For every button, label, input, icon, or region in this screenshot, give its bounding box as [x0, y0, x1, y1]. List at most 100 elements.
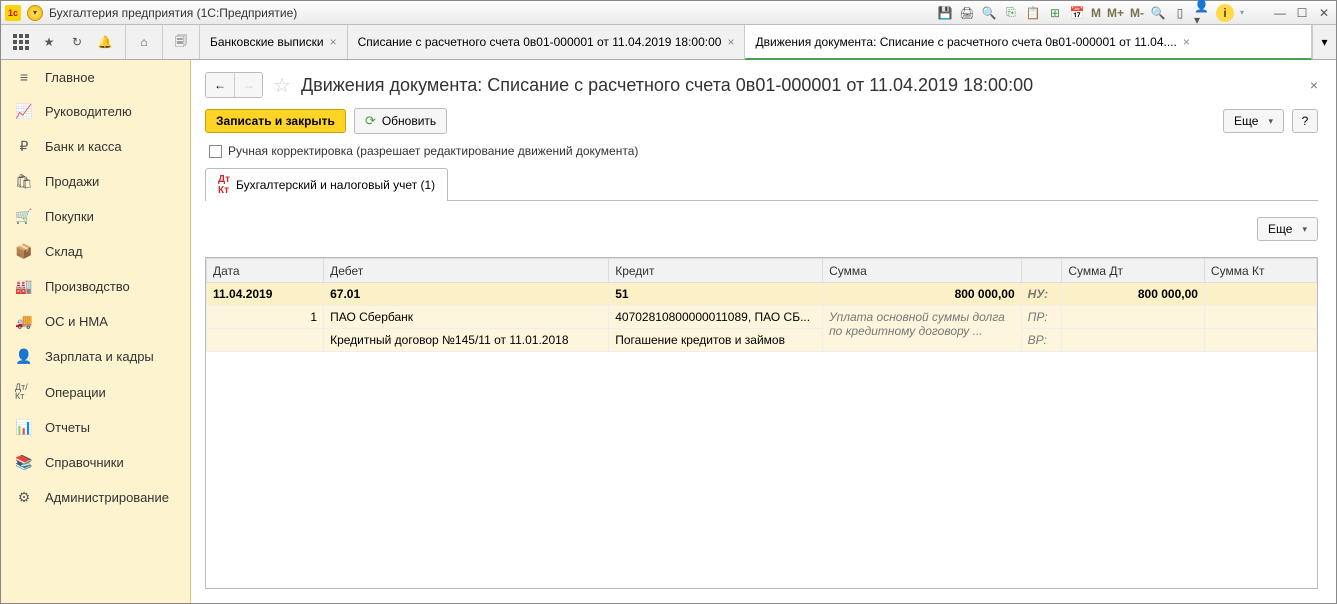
person-icon: 👤	[15, 348, 33, 365]
truck-icon: 🚚	[15, 313, 33, 330]
menu-icon: ≡	[15, 69, 33, 85]
zoom-icon[interactable]: 🔍	[1150, 5, 1166, 21]
bell-icon[interactable]: 🔔	[95, 32, 115, 52]
sidebar-item-bank[interactable]: ₽Банк и касса	[1, 129, 190, 164]
sidebar-item-admin[interactable]: ⚙Администрирование	[1, 480, 190, 515]
col-sum[interactable]: Сумма	[823, 259, 1022, 283]
save-close-button[interactable]: Записать и закрыть	[205, 109, 346, 133]
copy-icon[interactable]: 📋	[1025, 5, 1041, 21]
col-sum-kt[interactable]: Сумма Кт	[1204, 259, 1316, 283]
m-button[interactable]: M	[1091, 6, 1101, 20]
close-icon[interactable]: ×	[330, 35, 337, 49]
m-minus-button[interactable]: M-	[1130, 6, 1144, 20]
cell-nu-label: НУ:	[1021, 283, 1062, 306]
ruble-icon: ₽	[15, 138, 33, 155]
sidebar-item-production[interactable]: 🏭Производство	[1, 269, 190, 304]
sidebar-item-label: ОС и НМА	[45, 314, 108, 329]
box-icon: 📦	[15, 243, 33, 260]
table-row[interactable]: 1 ПАО Сбербанк 40702810800000011089, ПАО…	[207, 306, 1317, 329]
sidebar-item-label: Производство	[45, 279, 130, 294]
sidebar-item-main[interactable]: ≡ Главное	[1, 60, 190, 94]
tab-bank-statements[interactable]: Банковские выписки ×	[200, 25, 348, 59]
help-button[interactable]: ?	[1292, 109, 1318, 133]
close-icon[interactable]: ×	[1310, 77, 1318, 93]
col-date[interactable]: Дата	[207, 259, 324, 283]
tab-menu-icon[interactable]: ▾	[1312, 25, 1336, 59]
cell-debit: 67.01	[324, 283, 609, 306]
button-label: Еще	[1234, 114, 1258, 128]
cell-sum-dt: 800 000,00	[1062, 283, 1205, 306]
dtkt-icon: Дт/Кт	[15, 383, 33, 401]
close-icon[interactable]: ×	[727, 35, 734, 49]
sidebar-item-salary[interactable]: 👤Зарплата и кадры	[1, 339, 190, 374]
cell-debit: ПАО Сбербанк	[324, 306, 609, 329]
cell-empty	[1062, 329, 1205, 352]
calendar-icon[interactable]: 📅	[1069, 5, 1085, 21]
compare-icon[interactable]: ⎘	[1003, 5, 1019, 21]
nav-back-forward: ← →	[205, 72, 263, 98]
docs-icon[interactable]: 🗐	[171, 32, 191, 52]
history-icon[interactable]: ↻	[67, 32, 87, 52]
logo-1c-icon: 1c	[5, 5, 21, 21]
panel-icon[interactable]: ▯	[1172, 5, 1188, 21]
info-icon[interactable]: i	[1216, 4, 1234, 22]
window-titlebar: 1c ▾ Бухгалтерия предприятия (1С:Предпри…	[1, 1, 1336, 25]
cell-pr-label: ПР:	[1021, 306, 1062, 329]
sidebar-item-assets[interactable]: 🚚 ОС и НМА	[1, 304, 190, 339]
grid-header-row: Дата Дебет Кредит Сумма Сумма Дт Сумма К…	[207, 259, 1317, 283]
col-debit[interactable]: Дебет	[324, 259, 609, 283]
forward-button[interactable]: →	[234, 73, 262, 97]
tab-movements[interactable]: Движения документа: Списание с расчетног…	[745, 25, 1312, 60]
minimize-icon[interactable]: —	[1272, 5, 1288, 21]
sidebar-item-label: Главное	[45, 70, 95, 85]
close-icon[interactable]: ✕	[1316, 5, 1332, 21]
user-icon[interactable]: 👤▾	[1194, 5, 1210, 21]
favorite-star-icon[interactable]: ☆	[273, 73, 291, 98]
button-label: Еще	[1268, 222, 1292, 236]
back-button[interactable]: ←	[206, 73, 234, 97]
close-icon[interactable]: ×	[1183, 35, 1190, 49]
sidebar-item-references[interactable]: 📚Справочники	[1, 445, 190, 480]
table-row[interactable]: 11.04.2019 67.01 51 800 000,00 НУ: 800 0…	[207, 283, 1317, 306]
calculator-icon[interactable]: ⊞	[1047, 5, 1063, 21]
sidebar-item-sales[interactable]: 🛍Продажи	[1, 164, 190, 199]
tab-label: Банковские выписки	[210, 35, 324, 49]
m-plus-button[interactable]: M+	[1107, 6, 1124, 20]
books-icon: 📚	[15, 454, 33, 471]
cell-empty	[1204, 329, 1316, 352]
col-empty[interactable]	[1021, 259, 1062, 283]
cart-icon: 🛒	[15, 208, 33, 225]
button-label: Обновить	[382, 114, 436, 128]
table-row[interactable]: Кредитный договор №145/11 от 11.01.2018 …	[207, 329, 1317, 352]
sidebar-item-label: Склад	[45, 244, 83, 259]
sidebar-item-warehouse[interactable]: 📦 Склад	[1, 234, 190, 269]
cell-n: 1	[207, 306, 324, 329]
sidebar-item-operations[interactable]: Дт/КтОперации	[1, 374, 190, 410]
cell-date: 11.04.2019	[207, 283, 324, 306]
preview-icon[interactable]: 🔍	[981, 5, 997, 21]
save-icon[interactable]: 💾	[937, 5, 953, 21]
dropdown-circle-icon[interactable]: ▾	[27, 5, 43, 21]
gear-icon: ⚙	[15, 489, 33, 506]
sidebar-item-reports[interactable]: 📊Отчеты	[1, 410, 190, 445]
home-icon[interactable]: ⌂	[134, 32, 154, 52]
button-label: Записать и закрыть	[216, 114, 335, 128]
more-button[interactable]: Еще	[1223, 109, 1284, 133]
cell-vr-label: ВР:	[1021, 329, 1062, 352]
col-sum-dt[interactable]: Сумма Дт	[1062, 259, 1205, 283]
sidebar-item-purchases[interactable]: 🛒Покупки	[1, 199, 190, 234]
maximize-icon[interactable]: ☐	[1294, 5, 1310, 21]
bars-icon: 📊	[15, 419, 33, 436]
tab-writeoff-doc[interactable]: Списание с расчетного счета 0в01-000001 …	[348, 25, 746, 59]
star-icon[interactable]: ★	[39, 32, 59, 52]
refresh-button[interactable]: ⟳ Обновить	[354, 108, 447, 134]
refresh-icon: ⟳	[365, 113, 376, 129]
col-credit[interactable]: Кредит	[609, 259, 823, 283]
subtab-accounting[interactable]: ДтКт Бухгалтерский и налоговый учет (1)	[205, 168, 448, 201]
manual-edit-checkbox[interactable]	[209, 145, 222, 158]
grid-more-button[interactable]: Еще	[1257, 217, 1318, 241]
sidebar-item-manager[interactable]: 📈Руководителю	[1, 94, 190, 129]
apps-icon[interactable]	[11, 32, 31, 52]
print-icon[interactable]: 🖨	[959, 5, 975, 21]
sidebar-item-label: Продажи	[45, 174, 99, 189]
